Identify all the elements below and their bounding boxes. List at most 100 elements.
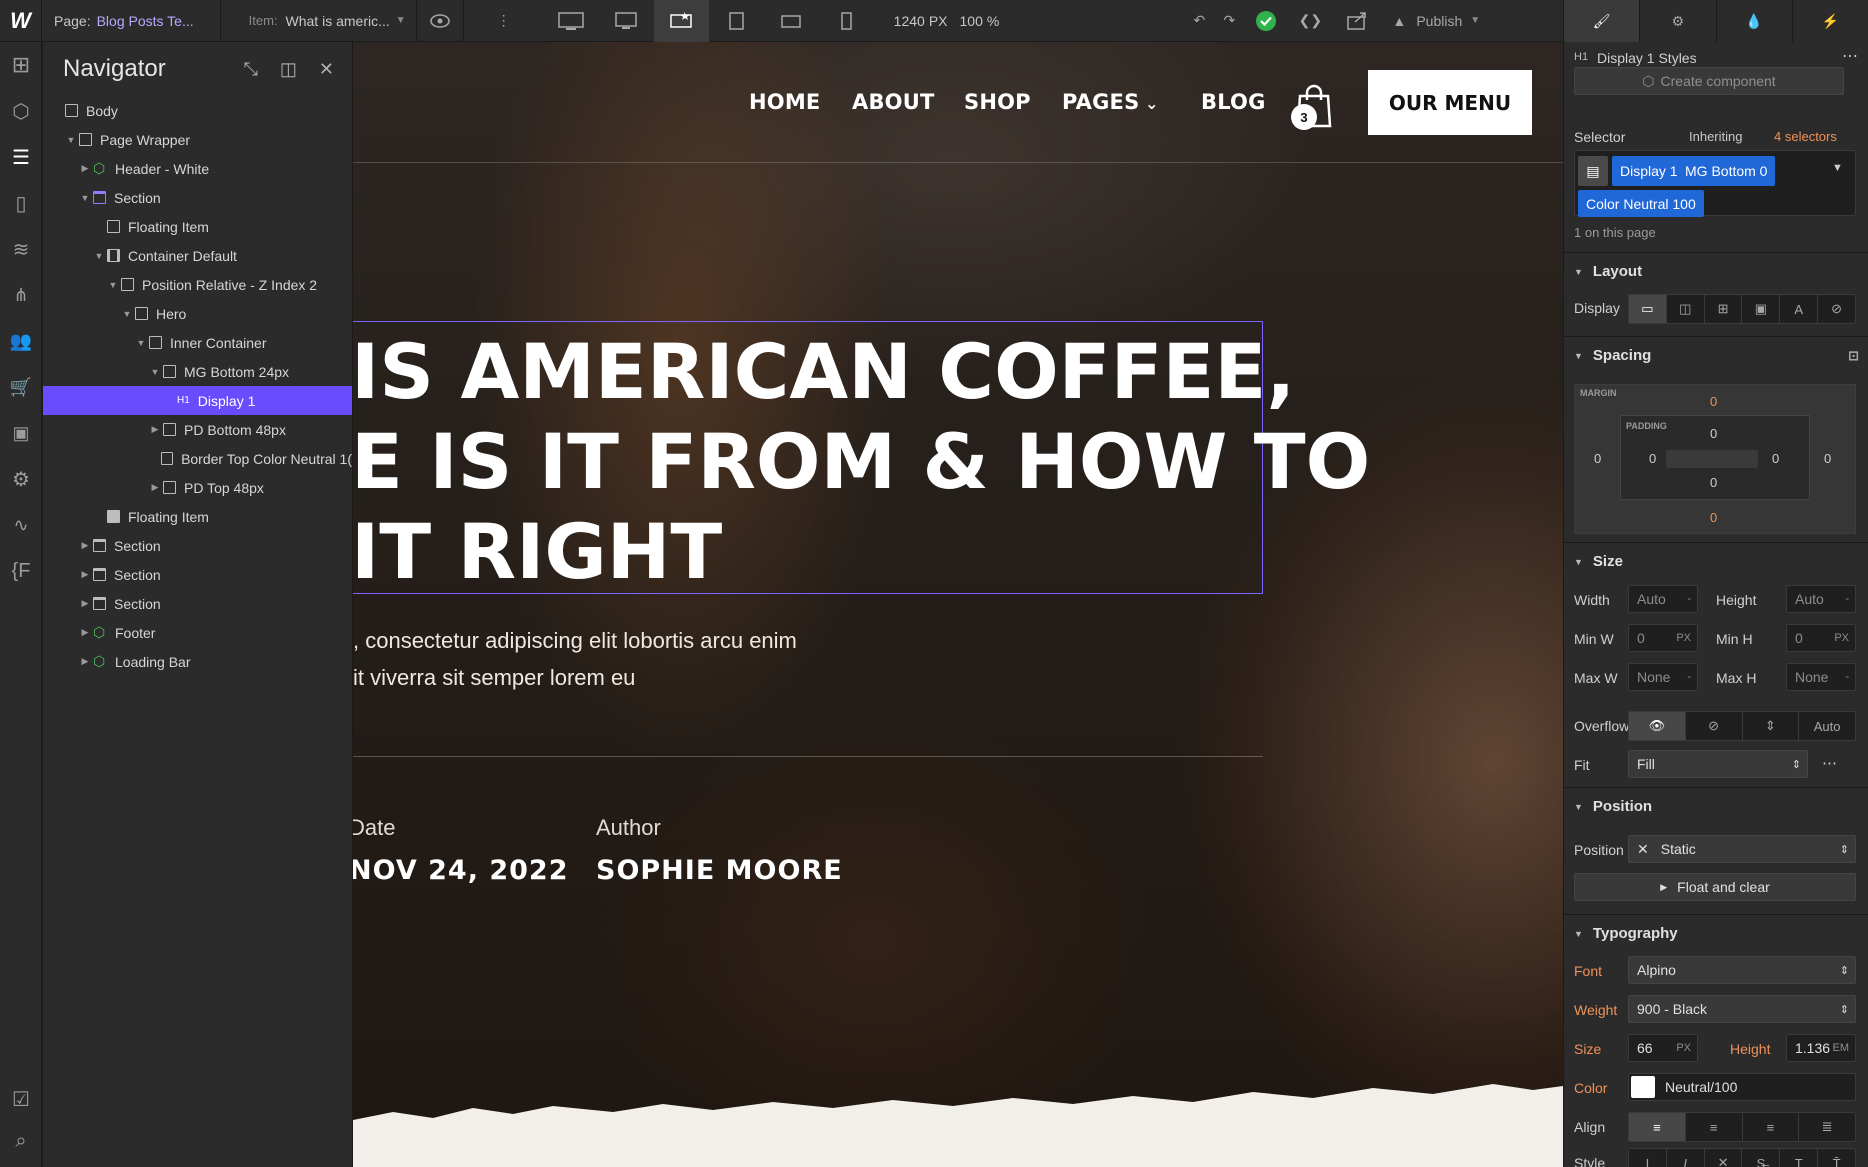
overline-icon[interactable]: T̄ — [1818, 1149, 1855, 1167]
padding-left-value[interactable]: 0 — [1649, 451, 1656, 466]
assets-images-icon[interactable]: ▣ — [0, 410, 42, 456]
breakpoint-large-desktop-icon[interactable] — [544, 0, 599, 42]
overflow-control[interactable]: 👁 ⊘ ⇕ Auto — [1628, 711, 1856, 741]
padding-bottom-value[interactable]: 0 — [1710, 475, 1717, 490]
min-height-input[interactable]: 0 PX — [1786, 624, 1856, 652]
ecommerce-cart-icon[interactable]: 🛒 — [0, 364, 42, 410]
audit-pulse-icon[interactable]: ∿ — [0, 502, 42, 548]
caret-down-icon[interactable]: ▼ — [121, 309, 133, 319]
caret-right-icon[interactable]: ▶ — [79, 540, 91, 551]
users-icon[interactable]: 👥 — [0, 318, 42, 364]
margin-right-value[interactable]: 0 — [1824, 451, 1831, 466]
align-left-icon[interactable]: ≡ — [1629, 1113, 1686, 1141]
navigator-tree-item[interactable]: Body — [43, 96, 352, 125]
breakpoint-mobile-portrait-icon[interactable] — [819, 0, 874, 42]
caret-right-icon[interactable]: ▶ — [149, 424, 161, 435]
status-check-icon[interactable] — [1244, 0, 1288, 42]
margin-bottom-value[interactable]: 0 — [1710, 510, 1717, 525]
caret-down-icon[interactable]: ▼ — [79, 193, 91, 203]
caret-down-icon[interactable]: ▼ — [135, 338, 147, 348]
navigator-tree-item[interactable]: ▼ Container Default — [43, 241, 352, 270]
overflow-visible-eye-icon[interactable]: 👁 — [1629, 712, 1686, 740]
inheriting-selectors-link[interactable]: 4 selectors — [1774, 129, 1837, 144]
nav-link-home[interactable]: HOME — [749, 90, 820, 114]
collapse-all-icon[interactable]: ⤡ — [243, 59, 257, 80]
font-select[interactable]: Alpino ⇕ — [1628, 956, 1856, 984]
more-options-icon[interactable]: ⋯ — [1842, 46, 1858, 66]
float-and-clear-toggle[interactable]: ▶ Float and clear — [1574, 873, 1856, 901]
hero-heading[interactable]: IS AMERICAN COFFEE, E IS IT FROM & HOW T… — [353, 327, 1370, 597]
caret-right-icon[interactable]: ▶ — [79, 598, 91, 609]
italic-i-icon[interactable]: I — [1629, 1149, 1667, 1167]
logic-flow-icon[interactable]: ⋔ — [0, 272, 42, 318]
margin-left-value[interactable]: 0 — [1594, 451, 1601, 466]
navigator-tree-item[interactable]: ▶ Section — [43, 560, 352, 589]
more-options-icon[interactable]: ⋯ — [1822, 754, 1837, 772]
our-menu-button[interactable]: OUR MENU — [1368, 70, 1532, 135]
navigator-tree-item[interactable]: ▼ Position Relative - Z Index 2 — [43, 270, 352, 299]
spacing-preset-icon[interactable]: ⊡ — [1848, 348, 1859, 364]
italic-icon[interactable]: I — [1667, 1149, 1705, 1167]
caret-right-icon[interactable]: ▶ — [79, 627, 91, 638]
breakpoint-desktop-icon[interactable] — [599, 0, 654, 42]
navigator-tree-item[interactable]: ▼ Section — [43, 183, 352, 212]
navigator-tree-item[interactable]: ▼ Page Wrapper — [43, 125, 352, 154]
align-center-icon[interactable]: ≡ — [1686, 1113, 1743, 1141]
navigator-tree-item[interactable]: ▶ PD Top 48px — [43, 473, 352, 502]
caret-down-icon[interactable]: ▼ — [65, 135, 77, 145]
publish-rocket-icon[interactable]: ▲ — [1382, 0, 1416, 42]
dock-panel-icon[interactable]: ◫ — [280, 59, 297, 80]
settings-gear-icon[interactable]: ⚙ — [0, 456, 42, 502]
canvas-width-value[interactable]: 1240 — [894, 13, 925, 29]
padding-right-value[interactable]: 0 — [1772, 451, 1779, 466]
interactions-lightning-icon[interactable]: ⚡ — [1791, 0, 1868, 42]
chevron-down-icon[interactable]: ⌄ — [1145, 94, 1159, 113]
display-grid-icon[interactable]: ⊞ — [1705, 295, 1743, 323]
redo-icon[interactable]: ↷ — [1214, 0, 1244, 42]
selector-chip-display-1[interactable]: Display 1 — [1612, 156, 1686, 186]
caret-right-icon[interactable]: ▶ — [79, 569, 91, 580]
color-input[interactable]: Neutral/100 — [1628, 1073, 1856, 1101]
share-icon[interactable] — [1332, 0, 1382, 42]
navigator-tree-item[interactable]: Floating Item — [43, 212, 352, 241]
overflow-scroll-icon[interactable]: ⇕ — [1743, 712, 1800, 740]
width-input[interactable]: Auto - — [1628, 585, 1698, 613]
display-flex-icon[interactable]: ◫ — [1667, 295, 1705, 323]
navigator-tree-item[interactable]: ▶ Section — [43, 589, 352, 618]
nav-link-pages[interactable]: PAGES — [1062, 90, 1139, 114]
text-align-control[interactable]: ≡ ≡ ≡ ≣ — [1628, 1112, 1856, 1142]
navigator-icon[interactable]: ☰ — [0, 134, 42, 180]
max-width-input[interactable]: None - — [1628, 663, 1698, 691]
caret-right-icon[interactable]: ▶ — [79, 656, 91, 667]
navigator-tree-item[interactable]: ▶ ⬡ Header - White — [43, 154, 352, 183]
selector-chip-mg-bottom[interactable]: MG Bottom 0 — [1677, 156, 1776, 186]
decoration-none-icon[interactable]: ✕ — [1705, 1149, 1743, 1167]
display-none-icon[interactable]: ⊘ — [1818, 295, 1855, 323]
nav-link-blog[interactable]: BLOG — [1201, 90, 1266, 114]
breakpoint-base-icon[interactable] — [653, 0, 709, 42]
zoom-value[interactable]: 100 — [960, 13, 983, 29]
overflow-auto-option[interactable]: Auto — [1799, 712, 1855, 740]
caret-down-icon[interactable]: ▼ — [93, 251, 105, 261]
margin-top-value[interactable]: 0 — [1710, 394, 1717, 409]
close-icon[interactable]: ✕ — [319, 59, 334, 80]
weight-select[interactable]: 900 - Black ⇕ — [1628, 995, 1856, 1023]
caret-right-icon[interactable]: ▶ — [149, 482, 161, 493]
code-icon[interactable]: ❮❯ — [1288, 0, 1332, 42]
create-component-button[interactable]: ⬡ Create component — [1574, 67, 1844, 95]
position-select[interactable]: ✕ Static ⇕ — [1628, 835, 1856, 863]
tasks-check-icon[interactable]: ☑ — [0, 1076, 42, 1122]
align-right-icon[interactable]: ≡ — [1743, 1113, 1800, 1141]
chevron-down-icon[interactable]: ▼ — [1470, 15, 1480, 26]
hero-paragraph[interactable]: , consectetur adipiscing elit lobortis a… — [353, 622, 1113, 696]
typography-section-header[interactable]: ▼ Typography — [1564, 914, 1868, 952]
breakpoint-mobile-landscape-icon[interactable] — [764, 0, 819, 42]
line-height-input[interactable]: 1.136 EM — [1786, 1034, 1856, 1062]
nav-link-about[interactable]: ABOUT — [852, 90, 935, 114]
navigator-tree-item[interactable]: Border Top Color Neutral 1( — [43, 444, 352, 473]
item-selector[interactable]: What is americ... — [286, 13, 390, 29]
navigator-tree-item[interactable]: Floating Item — [43, 502, 352, 531]
selector-chip-color-neutral[interactable]: Color Neutral 100 — [1578, 190, 1704, 217]
navigator-tree-item[interactable]: ▼ Hero — [43, 299, 352, 328]
display-inline-icon[interactable]: A — [1780, 295, 1819, 323]
